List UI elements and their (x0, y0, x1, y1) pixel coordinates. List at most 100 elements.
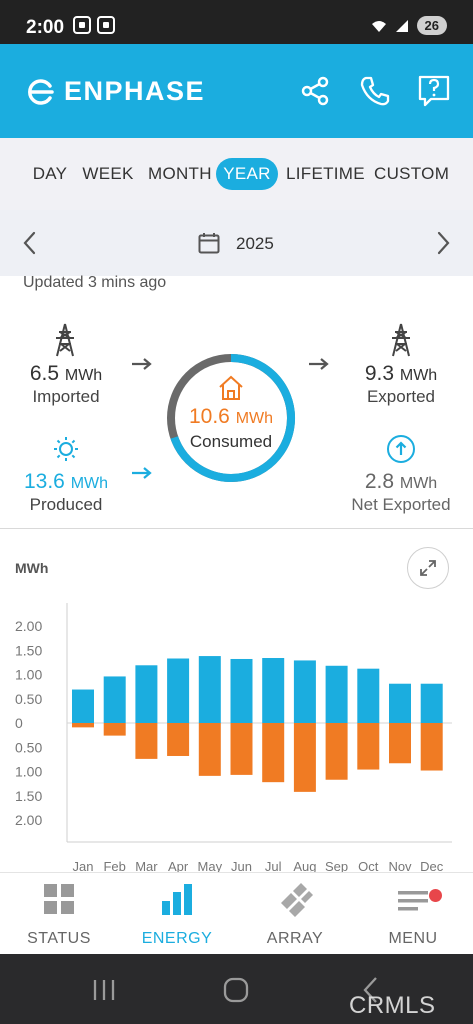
wifi-icon (371, 20, 386, 32)
bar-consumed (103, 723, 126, 736)
bar-produced (135, 665, 158, 723)
consumed-amount: 10.6 (188, 405, 230, 428)
x-tick-label: Jul (265, 859, 282, 872)
home-icon (219, 375, 243, 400)
x-tick-label: Oct (358, 859, 379, 872)
phone-icon[interactable] (358, 74, 392, 108)
x-tick-label: Nov (388, 859, 412, 872)
arrow-right-export-icon (309, 358, 329, 370)
last-updated-text: Updated 3 mins ago (23, 274, 167, 291)
arrow-right-icon (132, 358, 152, 370)
chart-y-unit: MWh (15, 560, 49, 576)
produced-value: 13.6 MWh Produced (10, 470, 122, 515)
bar-consumed (293, 723, 316, 792)
sun-icon (54, 437, 78, 461)
app-header: ENPHASE (0, 44, 473, 138)
exported-amount: 9.3 (364, 362, 395, 385)
bar-produced (293, 660, 316, 723)
period-tabs: DAY WEEK MONTH YEAR LIFETIME CUSTOM (0, 138, 473, 210)
bottom-navigation: STATUS ENERGY ARRAY MENU (0, 872, 473, 954)
net-exported-amount: 2.8 (364, 470, 395, 493)
bar-consumed (389, 723, 411, 764)
app-notification-icon (97, 16, 115, 34)
calendar-icon[interactable] (198, 232, 220, 254)
status-grid-icon (44, 884, 74, 914)
bar-produced (103, 676, 126, 723)
tab-day[interactable]: DAY (26, 158, 74, 190)
bar-consumed (198, 723, 221, 776)
status-right: 26 (371, 16, 447, 35)
export-tower-icon (392, 323, 410, 357)
notification-badge (429, 889, 442, 902)
watermark: CRMLS (349, 992, 436, 1019)
next-period-button[interactable] (431, 230, 455, 256)
date-label[interactable]: 2025 (236, 234, 274, 254)
brand-name: ENPHASE (64, 76, 206, 106)
net-exported-unit: MWh (399, 475, 438, 492)
date-navigator: 2025 (0, 210, 473, 276)
bar-produced (230, 658, 253, 723)
imported-label: Imported (32, 387, 100, 406)
bar-produced (389, 683, 411, 723)
imported-value: 6.5 MWh Imported (10, 362, 122, 407)
solar-array-icon (281, 883, 313, 917)
home-button-icon[interactable] (223, 977, 249, 1003)
bar-consumed (357, 723, 380, 770)
exported-label: Exported (366, 387, 436, 406)
bar-consumed (72, 723, 94, 728)
nav-energy-label: ENERGY (141, 930, 213, 947)
net-exported-label: Net Exported (351, 495, 451, 514)
x-tick-label: Jun (231, 859, 252, 872)
x-tick-label: Aug (293, 859, 316, 872)
y-tick-label: 1.50 (15, 642, 42, 658)
y-tick-label: 2.00 (15, 812, 42, 828)
nav-energy[interactable]: ENERGY (122, 881, 232, 948)
battery-indicator: 26 (416, 16, 447, 35)
x-tick-label: Sep (325, 859, 348, 872)
produced-unit: MWh (70, 475, 109, 492)
bar-produced (325, 665, 348, 723)
recent-apps-icon[interactable] (91, 978, 117, 1002)
exported-unit: MWh (399, 367, 438, 384)
bar-produced (357, 668, 380, 723)
bar-produced (262, 658, 285, 723)
section-divider (0, 528, 473, 529)
screenshot-icon (73, 16, 91, 34)
nav-menu-label: MENU (388, 930, 438, 947)
expand-chart-button[interactable] (407, 547, 449, 589)
nav-status[interactable]: STATUS (4, 881, 114, 948)
tab-week[interactable]: WEEK (82, 158, 134, 190)
x-tick-label: May (198, 859, 223, 872)
produced-amount: 13.6 (23, 470, 65, 493)
net-exported-value: 2.8 MWh Net Exported (340, 470, 462, 515)
expand-icon (420, 560, 436, 576)
bar-consumed (420, 723, 443, 771)
bar-produced (198, 656, 221, 723)
x-tick-label: Jan (73, 859, 94, 872)
bar-consumed (262, 723, 285, 783)
previous-period-button[interactable] (18, 230, 42, 256)
y-tick-label: 1.00 (15, 764, 42, 780)
tab-month[interactable]: MONTH (148, 158, 212, 190)
imported-amount: 6.5 (29, 362, 60, 385)
tab-custom[interactable]: CUSTOM (374, 158, 449, 190)
notification-icons (73, 16, 115, 34)
nav-status-label: STATUS (27, 930, 91, 947)
menu-icon (398, 891, 428, 911)
consumed-value: 10.6 MWh (167, 405, 295, 429)
share-icon[interactable] (298, 74, 332, 108)
exported-value: 9.3 MWh Exported (345, 362, 457, 407)
help-icon[interactable] (417, 74, 451, 108)
x-tick-label: Feb (103, 859, 125, 872)
tab-lifetime[interactable]: LIFETIME (286, 158, 365, 190)
x-tick-label: Dec (420, 859, 444, 872)
status-bar: 2:00 26 (0, 0, 473, 44)
energy-bar-chart: 2.00 1.50 1.00 0.50 0 0.50 1.00 1.50 2.00 Jan Feb M… (15, 603, 452, 872)
y-tick-label: 2.00 (15, 618, 42, 634)
nav-array[interactable]: ARRAY (240, 881, 350, 948)
tab-year[interactable]: YEAR (216, 158, 278, 190)
y-tick-label: 1.50 (15, 788, 42, 804)
nav-menu[interactable]: MENU (358, 881, 468, 948)
x-tick-label: Apr (168, 859, 189, 872)
y-tick-label: 0 (15, 715, 23, 731)
